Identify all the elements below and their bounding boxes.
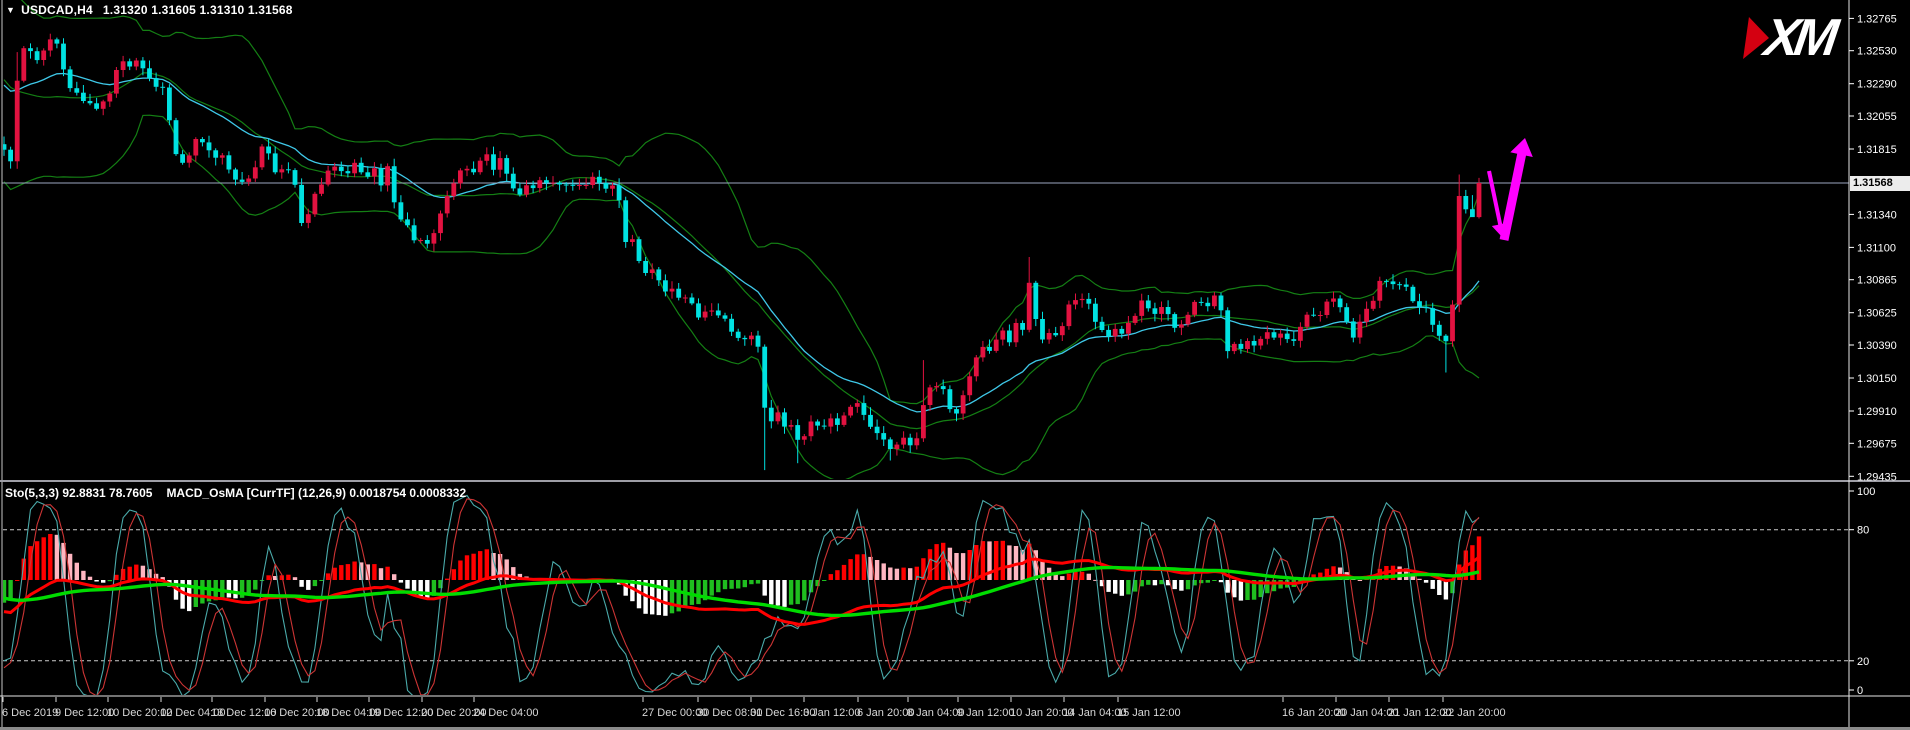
time-axis-label: 22 Jan 20:00 <box>1442 707 1506 719</box>
xm-logo: XM <box>1742 10 1837 66</box>
time-axis-label: 3 Jan 12:00 <box>803 707 861 719</box>
current-price-tag: 1.31568 <box>1850 176 1910 191</box>
trading-chart-window: 1.32765 1.32530 1.32290 1.32055 1.31815 1.313… <box>0 0 1910 730</box>
time-axis-label: 9 Dec 12:00 <box>55 707 114 719</box>
indicator-axis-label: 0 <box>1857 685 1863 697</box>
time-axis-label: 8 Jan 04:00 <box>907 707 965 719</box>
price-axis-label: 1.30625 <box>1857 308 1897 320</box>
price-axis-label: 1.32290 <box>1857 79 1897 91</box>
price-axis-label: 1.30150 <box>1857 373 1897 385</box>
chart-canvas[interactable]: 1.32765 1.32530 1.32290 1.32055 1.31815 1.313… <box>0 0 1910 730</box>
time-axis-label: 6 Jan 20:00 <box>857 707 915 719</box>
price-axis-label: 1.32530 <box>1857 46 1897 58</box>
price-axis-label: 1.30390 <box>1857 340 1897 352</box>
price-axis-label: 1.32765 <box>1857 13 1897 25</box>
time-axis-label: 24 Dec 04:00 <box>473 707 538 719</box>
price-axis-label: 1.32055 <box>1857 111 1897 123</box>
time-axis-label: 15 Jan 12:00 <box>1117 707 1181 719</box>
time-axis-label: 6 Dec 2019 <box>2 707 58 719</box>
time-axis-label: 9 Jan 12:00 <box>957 707 1015 719</box>
indicator-axis-label: 80 <box>1857 525 1869 537</box>
indicator-axis-label: 20 <box>1857 656 1869 668</box>
price-axis-label: 1.31100 <box>1857 242 1896 254</box>
macd-osma-label: MACD_OsMA [CurrTF] (12,26,9) 0.0018754 0… <box>166 486 466 500</box>
chart-title: ▼ USDCAD,H4 1.31320 1.31605 1.31310 1.3156… <box>6 3 293 17</box>
symbol-dropdown-icon[interactable]: ▼ <box>6 5 15 15</box>
price-axis-label: 1.31340 <box>1857 209 1897 221</box>
indicator-axis-label: 100 <box>1857 486 1875 498</box>
price-axis-label: 1.29435 <box>1857 471 1897 483</box>
indicator-label: Sto(5,3,3) 92.8831 78.7605 MACD_OsMA [Cur… <box>5 486 466 500</box>
ohlc-values: 1.31320 1.31605 1.31310 1.31568 <box>103 3 293 17</box>
xm-logo-text: XM <box>1761 12 1836 64</box>
stochastic-label: Sto(5,3,3) 92.8831 78.7605 <box>5 486 152 500</box>
symbol-timeframe-label: USDCAD,H4 <box>21 3 93 17</box>
price-axis-label: 1.31815 <box>1857 144 1897 156</box>
price-axis-label: 1.29675 <box>1857 438 1897 450</box>
price-axis-label: 1.29910 <box>1857 406 1897 418</box>
price-axis-label: 1.30865 <box>1857 275 1897 287</box>
